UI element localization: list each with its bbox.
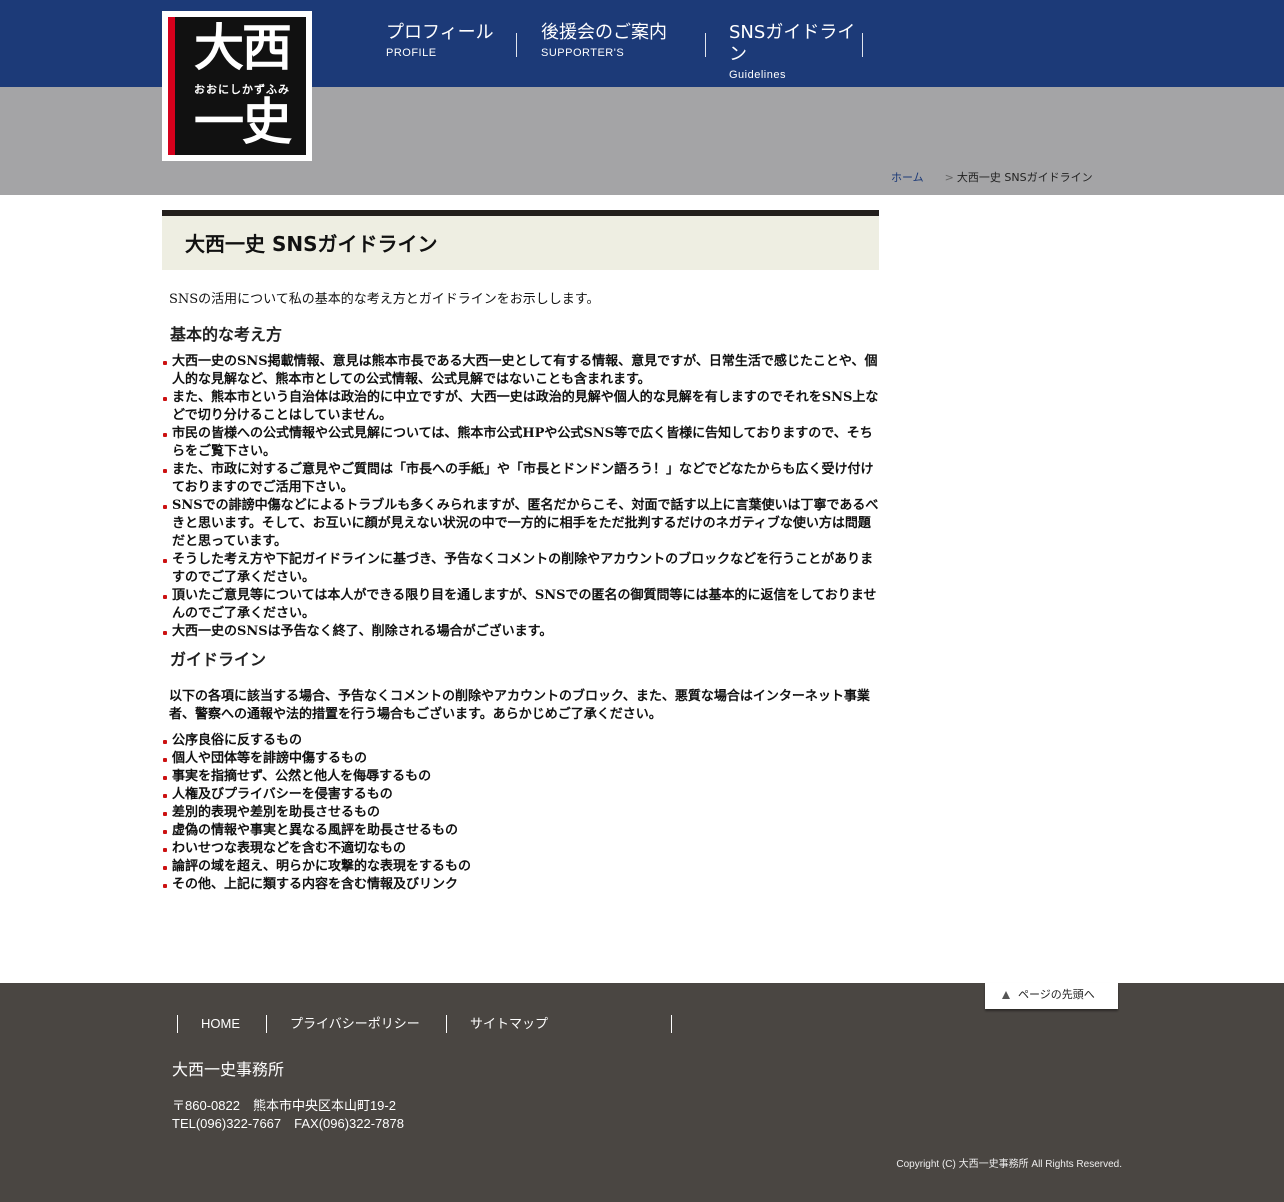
bullet-icon bbox=[163, 505, 167, 509]
list-item: 公序良俗に反するもの bbox=[163, 732, 879, 750]
page-top-button[interactable]: ページの先頭へ bbox=[985, 983, 1118, 1009]
list-item: SNSでの誹謗中傷などによるトラブルも多くみられますが、匿名だからこそ、対面で話… bbox=[163, 497, 879, 551]
page-top-label: ページの先頭へ bbox=[1018, 988, 1095, 1001]
copyright: Copyright (C) 大西一史事務所 All Rights Reserve… bbox=[896, 1159, 1122, 1170]
nav-supporters-label: 後援会のご案内 bbox=[541, 22, 667, 43]
breadcrumb: ホーム > 大西一史 SNSガイドライン bbox=[891, 171, 1093, 185]
bullet-icon bbox=[163, 469, 167, 473]
basic-heading: 基本的な考え方 bbox=[170, 325, 283, 344]
list-item: その他、上記に類する内容を含む情報及びリンク bbox=[163, 876, 879, 894]
list-item-text: わいせつな表現などを含む不適切なもの bbox=[172, 841, 407, 856]
list-item: また、熊本市という自治体は政治的に中立ですが、大西一史は政治的見解や個人的な見解… bbox=[163, 389, 879, 425]
nav-divider bbox=[705, 33, 706, 57]
list-item-text: 市民の皆様への公式情報や公式見解については、熊本市公式HPや公式SNS等で広く皆… bbox=[172, 426, 873, 459]
page-title: 大西一史 SNSガイドライン bbox=[185, 232, 438, 256]
breadcrumb-separator: > bbox=[944, 171, 954, 184]
list-item: わいせつな表現などを含む不適切なもの bbox=[163, 840, 879, 858]
nav-supporters[interactable]: 後援会のご案内 SUPPORTER'S bbox=[517, 22, 705, 66]
list-item: 虚偽の情報や事実と異なる風評を助長させるもの bbox=[163, 822, 879, 840]
list-item-text: 人権及びプライバシーを侵害するもの bbox=[172, 787, 393, 802]
bullet-icon bbox=[163, 794, 167, 798]
logo-red-stripe bbox=[168, 17, 175, 155]
nav-divider bbox=[862, 33, 863, 57]
bullet-icon bbox=[163, 433, 167, 437]
list-item-text: 大西一史のSNSは予告なく終了、削除される場合がございます。 bbox=[172, 624, 553, 639]
list-item: 個人や団体等を誹謗中傷するもの bbox=[163, 750, 879, 768]
list-item: 市民の皆様への公式情報や公式見解については、熊本市公式HPや公式SNS等で広く皆… bbox=[163, 425, 879, 461]
list-item-text: また、熊本市という自治体は政治的に中立ですが、大西一史は政治的見解や個人的な見解… bbox=[172, 390, 879, 423]
bullet-icon bbox=[163, 559, 167, 563]
office-phone-fax: TEL(096)322-7667 FAX(096)322-7878 bbox=[172, 1116, 404, 1131]
bullet-icon bbox=[163, 884, 167, 888]
site-footer: ページの先頭へ HOME プライバシーポリシー サイトマップ 大西一史事務所 〒… bbox=[0, 983, 1284, 1202]
guideline-intro: 以下の各項に該当する場合、予告なくコメントの削除やアカウントのブロック、また、悪… bbox=[169, 689, 870, 722]
bullet-icon bbox=[163, 740, 167, 744]
office-name: 大西一史事務所 bbox=[172, 1060, 285, 1079]
nav-profile-sub: PROFILE bbox=[386, 47, 437, 59]
list-item-text: 公序良俗に反するもの bbox=[172, 733, 303, 748]
bullet-icon bbox=[163, 866, 167, 870]
nav-divider bbox=[516, 33, 517, 57]
guideline-list: 公序良俗に反するもの 個人や団体等を誹謗中傷するもの 事実を指摘せず、公然と他人… bbox=[162, 732, 879, 894]
site-logo[interactable]: 大西 おおにしかずふみ 一史 bbox=[162, 11, 312, 161]
bullet-icon bbox=[163, 361, 167, 365]
footer-nav: HOME プライバシーポリシー サイトマップ bbox=[177, 1015, 672, 1033]
list-item-text: 個人や団体等を誹謗中傷するもの bbox=[172, 751, 368, 766]
footer-link-privacy[interactable]: プライバシーポリシー bbox=[266, 1015, 446, 1033]
list-item-text: 虚偽の情報や事実と異なる風評を助長させるもの bbox=[172, 823, 459, 838]
office-address: 〒860-0822 熊本市中央区本山町19-2 bbox=[172, 1098, 396, 1113]
list-item-text: また、市政に対するご意見やご質問は「市長への手紙」や「市長とドンドン語ろう！」な… bbox=[172, 462, 874, 495]
nav-profile-label: プロフィール bbox=[386, 22, 494, 43]
list-item-text: 論評の域を超え、明らかに攻撃的な表現をするもの bbox=[172, 859, 472, 874]
nav-sns-guidelines-label: SNSガイドライン bbox=[729, 22, 856, 65]
list-item: 事実を指摘せず、公然と他人を侮辱するもの bbox=[163, 768, 879, 786]
page-title-box: 大西一史 SNSガイドライン bbox=[162, 210, 879, 270]
footer-nav-divider bbox=[671, 1015, 672, 1033]
logo-mark: 大西 おおにしかずふみ 一史 bbox=[168, 17, 306, 155]
nav-profile[interactable]: プロフィール PROFILE bbox=[362, 22, 517, 66]
nav-sns-guidelines-sub: Guidelines bbox=[729, 69, 786, 81]
list-item-text: SNSでの誹謗中傷などによるトラブルも多くみられますが、匿名だからこそ、対面で話… bbox=[172, 498, 879, 549]
footer-link-home[interactable]: HOME bbox=[177, 1015, 266, 1033]
list-item: 差別的表現や差別を助長させるもの bbox=[163, 804, 879, 822]
breadcrumb-home-link[interactable]: ホーム bbox=[891, 171, 924, 185]
basic-list: 大西一史のSNS掲載情報、意見は熊本市長である大西一史として有する情報、意見です… bbox=[162, 353, 879, 641]
list-item-text: そうした考え方や下記ガイドラインに基づき、予告なくコメントの削除やアカウントのブ… bbox=[172, 552, 874, 585]
list-item-text: その他、上記に類する内容を含む情報及びリンク bbox=[172, 877, 459, 892]
bullet-icon bbox=[163, 848, 167, 852]
list-item: 大西一史のSNS掲載情報、意見は熊本市長である大西一史として有する情報、意見です… bbox=[163, 353, 879, 389]
global-nav: プロフィール PROFILE 後援会のご案内 SUPPORTER'S SNSガイ… bbox=[362, 22, 863, 81]
bullet-icon bbox=[163, 776, 167, 780]
bullet-icon bbox=[163, 812, 167, 816]
list-item: 論評の域を超え、明らかに攻撃的な表現をするもの bbox=[163, 858, 879, 876]
main-content: 大西一史 SNSガイドライン SNSの活用について私の基本的な考え方とガイドライ… bbox=[162, 210, 879, 894]
logo-name-line2: 一史 bbox=[194, 93, 292, 151]
list-item: 人権及びプライバシーを侵害するもの bbox=[163, 786, 879, 804]
list-item-text: 大西一史のSNS掲載情報、意見は熊本市長である大西一史として有する情報、意見です… bbox=[172, 354, 878, 387]
breadcrumb-current: 大西一史 SNSガイドライン bbox=[956, 171, 1093, 184]
intro-text: SNSの活用について私の基本的な考え方とガイドラインをお示しします。 bbox=[169, 292, 600, 307]
guideline-heading: ガイドライン bbox=[170, 650, 267, 669]
nav-sns-guidelines[interactable]: SNSガイドライン Guidelines bbox=[705, 22, 863, 81]
list-item-text: 頂いたご意見等については本人ができる限り目を通しますが、SNSでの匿名の御質問等… bbox=[172, 588, 877, 621]
list-item: また、市政に対するご意見やご質問は「市長への手紙」や「市長とドンドン語ろう！」な… bbox=[163, 461, 879, 497]
nav-supporters-sub: SUPPORTER'S bbox=[541, 47, 625, 59]
bullet-icon bbox=[163, 397, 167, 401]
list-item: 大西一史のSNSは予告なく終了、削除される場合がございます。 bbox=[163, 623, 879, 641]
logo-name-line1: 大西 bbox=[194, 19, 292, 77]
list-item: そうした考え方や下記ガイドラインに基づき、予告なくコメントの削除やアカウントのブ… bbox=[163, 551, 879, 587]
list-item-text: 事実を指摘せず、公然と他人を侮辱するもの bbox=[172, 769, 432, 784]
bullet-icon bbox=[163, 830, 167, 834]
arrow-up-icon bbox=[1002, 991, 1010, 999]
bullet-icon bbox=[163, 595, 167, 599]
bullet-icon bbox=[163, 758, 167, 762]
bullet-icon bbox=[163, 631, 167, 635]
list-item-text: 差別的表現や差別を助長させるもの bbox=[172, 805, 381, 820]
list-item: 頂いたご意見等については本人ができる限り目を通しますが、SNSでの匿名の御質問等… bbox=[163, 587, 879, 623]
footer-link-sitemap[interactable]: サイトマップ bbox=[446, 1015, 671, 1033]
